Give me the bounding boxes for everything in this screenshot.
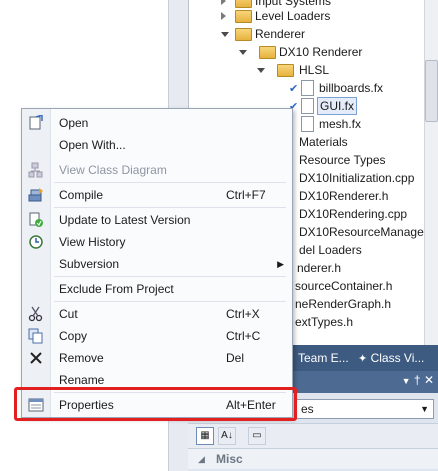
close-icon[interactable]: ✕ xyxy=(424,373,434,387)
tree-item[interactable]: DX10Renderer.h xyxy=(299,187,388,205)
file-icon xyxy=(301,98,314,114)
tab-team-explorer[interactable]: Team E... xyxy=(298,349,349,367)
tree-item[interactable]: DX10Rendering.cpp xyxy=(299,205,407,223)
menu-item-view-class-diagram[interactable]: View Class Diagram xyxy=(22,159,292,181)
menu-item-view-history[interactable]: View History xyxy=(22,231,292,253)
tree-item[interactable]: Materials xyxy=(299,133,348,151)
folder-open-icon xyxy=(259,46,276,59)
properties-toolbar: ▦ A↓ ▭ xyxy=(188,423,438,449)
update-icon xyxy=(28,212,44,228)
file-icon xyxy=(301,80,314,96)
expand-arrow-icon[interactable] xyxy=(221,12,226,20)
collapse-arrow-icon[interactable] xyxy=(257,68,265,73)
menu-item-update-latest[interactable]: Update to Latest Version xyxy=(22,209,292,231)
collapse-arrow-icon[interactable] xyxy=(221,32,229,37)
tree-scrollbar[interactable] xyxy=(424,0,438,345)
menu-item-remove[interactable]: Remove Del xyxy=(22,347,292,369)
file-icon xyxy=(301,116,314,132)
folder-open-icon xyxy=(277,64,294,77)
menu-item-subversion[interactable]: Subversion ▶ xyxy=(22,253,292,275)
tree-item[interactable]: DX10Initialization.cpp xyxy=(299,169,414,187)
highlight-box xyxy=(14,387,297,421)
cut-icon xyxy=(28,306,44,322)
open-file-icon xyxy=(28,113,44,131)
menu-item-open[interactable]: Open xyxy=(22,112,292,134)
menu-item-copy[interactable]: Copy Ctrl+C xyxy=(22,325,292,347)
misc-category[interactable]: ◢ Misc xyxy=(188,449,438,469)
folder-icon xyxy=(235,10,252,23)
collapse-arrow-icon[interactable] xyxy=(239,50,247,55)
collapse-icon[interactable]: ◢ xyxy=(198,449,205,469)
compile-icon xyxy=(28,187,44,203)
tree-item[interactable]: Resource Types xyxy=(299,151,386,169)
class-view-icon: ✦ xyxy=(358,353,368,365)
pin-icon[interactable]: † xyxy=(414,373,421,387)
property-pages-button[interactable]: ▭ xyxy=(248,427,266,445)
tree-item[interactable]: del Loaders xyxy=(299,241,362,259)
history-icon xyxy=(28,234,44,250)
chevron-down-icon: ▼ xyxy=(420,404,429,414)
folder-icon xyxy=(235,0,252,8)
class-diagram-icon xyxy=(28,162,44,178)
tree-item[interactable]: sourceContainer.h xyxy=(295,277,392,295)
submenu-arrow-icon: ▶ xyxy=(277,259,284,269)
tree-item[interactable]: nderer.h xyxy=(297,259,341,277)
menu-item-exclude-from-project[interactable]: Exclude From Project xyxy=(22,278,292,300)
alphabetical-button[interactable]: A↓ xyxy=(218,427,236,445)
categorized-button[interactable]: ▦ xyxy=(196,427,214,445)
menu-item-compile[interactable]: Compile Ctrl+F7 xyxy=(22,184,292,206)
menu-item-open-with[interactable]: Open With... xyxy=(22,134,292,156)
object-selector[interactable]: es ▼ xyxy=(296,399,434,419)
menu-item-cut[interactable]: Cut Ctrl+X xyxy=(22,303,292,325)
tree-item[interactable]: DX10ResourceManage xyxy=(299,223,424,241)
checkmark-icon: ✔ xyxy=(289,83,299,95)
tree-item[interactable]: neRenderGraph.h xyxy=(295,295,391,313)
context-menu: Open Open With... View Class Diagram Com… xyxy=(21,108,293,418)
remove-icon xyxy=(28,350,44,366)
tab-class-view[interactable]: ✦ Class Vi... xyxy=(358,349,424,367)
folder-open-icon xyxy=(235,28,252,41)
tree-scrollbar-thumb[interactable] xyxy=(425,60,438,122)
tree-item[interactable]: extTypes.h xyxy=(295,313,353,331)
copy-icon xyxy=(28,328,44,344)
dropdown-icon[interactable]: ▼ xyxy=(402,376,411,386)
